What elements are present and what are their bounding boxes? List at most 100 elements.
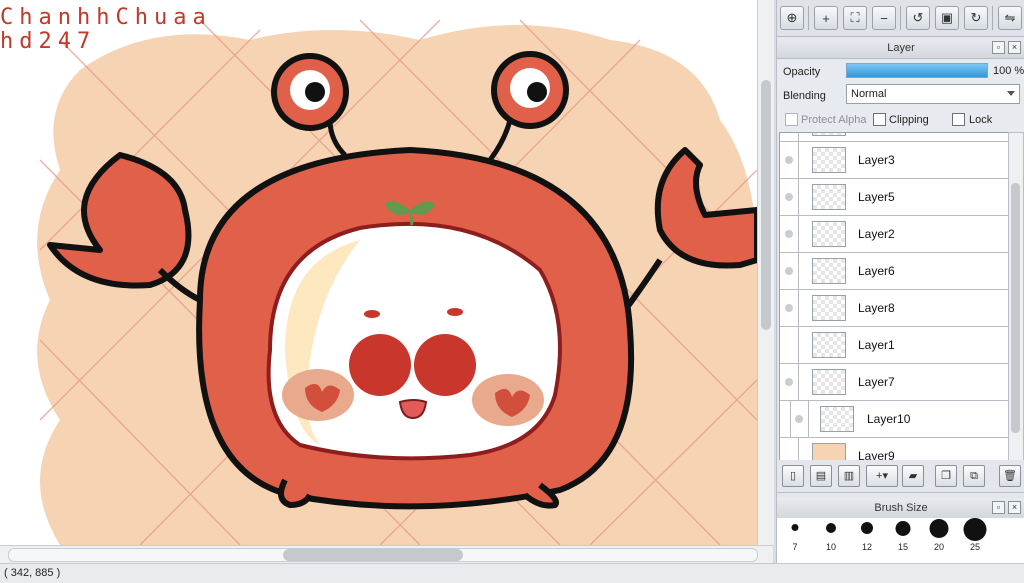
brush-dot-icon: [826, 523, 836, 533]
reset-rotation-icon[interactable]: ▣: [935, 6, 959, 30]
layer-name: Layer3: [858, 153, 895, 167]
layer-name: Layer2: [858, 227, 895, 241]
brush-size-title: Brush Size: [874, 502, 928, 514]
duplicate-layer-icon[interactable]: ❐: [935, 465, 957, 487]
clipping-checkbox[interactable]: [873, 113, 886, 126]
lock-label: Lock: [969, 114, 993, 126]
layer-row[interactable]: Layer3: [780, 142, 1008, 179]
cursor-coordinates: ( 342, 885 ): [4, 567, 61, 579]
status-bar: ( 342, 885 ): [0, 563, 1024, 583]
brush-size-option[interactable]: 15: [885, 518, 921, 558]
horizontal-scroll-thumb[interactable]: [283, 549, 463, 561]
layer-row-clipped[interactable]: Layer10: [780, 401, 1008, 438]
brush-size-option[interactable]: 25: [957, 518, 993, 558]
layer-list-scrollbar[interactable]: [1008, 132, 1024, 462]
layer-properties: Opacity 100 % Blending Normal Protect Al…: [777, 60, 1024, 132]
new-linework-layer-icon[interactable]: ▤: [810, 465, 832, 487]
layer-visibility-toggle[interactable]: [780, 327, 799, 363]
layer-tools-bar: ▯ ▤ ▥ +▾ ▰ ❐ ⧉ 🗑: [777, 460, 1024, 493]
layer-panel-header: Layer ▫ ×: [777, 38, 1024, 59]
layer-row[interactable]: Layer5: [780, 179, 1008, 216]
drawing-canvas[interactable]: ChanhhChuaa hd247: [0, 0, 757, 545]
brush-size-label: 12: [861, 542, 872, 552]
layer-thumbnail: [812, 258, 846, 284]
layer-thumbnail: [812, 147, 846, 173]
layer-visibility-toggle[interactable]: [780, 142, 799, 178]
toolbar-divider: [992, 6, 993, 30]
layer-name: Layer6: [858, 264, 895, 278]
layer-row[interactable]: Layer9: [780, 438, 1008, 461]
brush-size-label: 25: [969, 542, 980, 552]
layer-row[interactable]: Layer7: [780, 364, 1008, 401]
zoom-in-icon[interactable]: +: [814, 6, 838, 30]
blending-value: Normal: [851, 88, 887, 100]
layer-name: Layer5: [858, 190, 895, 204]
brush-size-option[interactable]: 12: [849, 518, 885, 558]
toolbar-divider: [900, 6, 901, 30]
layer-visibility-toggle[interactable]: [780, 216, 799, 252]
layer-visibility-toggle[interactable]: [780, 364, 799, 400]
vertical-scroll-thumb[interactable]: [761, 80, 771, 330]
eye-icon: [785, 267, 793, 275]
protect-alpha-label: Protect Alpha: [801, 114, 867, 126]
canvas-vertical-scrollbar[interactable]: [757, 0, 774, 545]
brush-dot-icon: [929, 519, 949, 538]
protect-alpha-checkbox[interactable]: [785, 113, 798, 126]
blending-select[interactable]: Normal: [846, 84, 1020, 104]
eye-icon: [795, 415, 803, 423]
flip-icon[interactable]: ⇋: [998, 6, 1022, 30]
layer-list[interactable]: Layer3 Layer5 Layer2 Layer6 Layer8 Layer…: [779, 132, 1009, 462]
merge-layer-icon[interactable]: ⧉: [963, 465, 985, 487]
zoom-actual-icon[interactable]: ⊕: [780, 6, 804, 30]
layer-visibility-toggle[interactable]: [780, 438, 799, 461]
eye-icon: [785, 378, 793, 386]
crab-illustration: [37, 19, 757, 545]
panel-float-icon[interactable]: ▫: [992, 41, 1005, 54]
trash-icon[interactable]: 🗑: [999, 465, 1021, 487]
canvas-horizontal-scrollbar[interactable]: [0, 545, 773, 563]
brush-size-option[interactable]: 20: [921, 518, 957, 558]
panel-close-icon[interactable]: ×: [1008, 501, 1021, 514]
layer-thumbnail: [812, 369, 846, 395]
new-layer-above-icon[interactable]: ▥: [838, 465, 860, 487]
layer-row[interactable]: Layer6: [780, 253, 1008, 290]
brush-size-option[interactable]: 10: [813, 518, 849, 558]
layer-panel-title: Layer: [887, 42, 915, 54]
add-layer-dropdown-icon[interactable]: +▾: [866, 465, 898, 487]
brush-size-label: 20: [933, 542, 944, 552]
layer-visibility-toggle[interactable]: [790, 401, 809, 437]
layer-scroll-thumb[interactable]: [1011, 183, 1020, 433]
rotate-right-icon[interactable]: ↻: [964, 6, 988, 30]
watermark-line-2: hd247: [0, 29, 97, 54]
opacity-slider[interactable]: [846, 63, 988, 78]
layer-row[interactable]: Layer1: [780, 327, 1008, 364]
right-panel: ⊕ + ⛶ − ↺ ▣ ↻ ⇋ Layer ▫ × Opacity 100 % B…: [776, 0, 1024, 563]
layer-name: Layer10: [867, 412, 911, 426]
brush-size-panel-header: Brush Size ▫ ×: [777, 498, 1024, 519]
rotate-left-icon[interactable]: ↺: [906, 6, 930, 30]
new-layer-icon[interactable]: ▯: [782, 465, 804, 487]
opacity-label: Opacity: [783, 66, 821, 78]
fit-window-icon[interactable]: ⛶: [843, 6, 867, 30]
zoom-out-icon[interactable]: −: [872, 6, 896, 30]
lock-checkbox[interactable]: [952, 113, 965, 126]
panel-float-icon[interactable]: ▫: [992, 501, 1005, 514]
layer-visibility-toggle[interactable]: [780, 290, 799, 326]
brush-size-option[interactable]: 7: [777, 518, 813, 558]
watermark-line-1: ChanhhChuaa: [0, 5, 212, 30]
eye-icon: [785, 156, 793, 164]
layer-row[interactable]: Layer2: [780, 216, 1008, 253]
layer-visibility-toggle[interactable]: [780, 253, 799, 289]
eye-icon: [785, 304, 793, 312]
layer-thumbnail: [812, 295, 846, 321]
layer-visibility-toggle[interactable]: [780, 179, 799, 215]
clipping-label: Clipping: [889, 114, 929, 126]
layer-thumbnail: [812, 332, 846, 358]
watermark-text: ChanhhChuaa hd247: [0, 6, 212, 54]
eye-icon: [785, 193, 793, 201]
layer-row-partial[interactable]: [780, 133, 1008, 142]
new-folder-icon[interactable]: ▰: [902, 465, 924, 487]
layer-visibility-toggle[interactable]: [780, 133, 799, 141]
layer-row[interactable]: Layer8: [780, 290, 1008, 327]
panel-close-icon[interactable]: ×: [1008, 41, 1021, 54]
